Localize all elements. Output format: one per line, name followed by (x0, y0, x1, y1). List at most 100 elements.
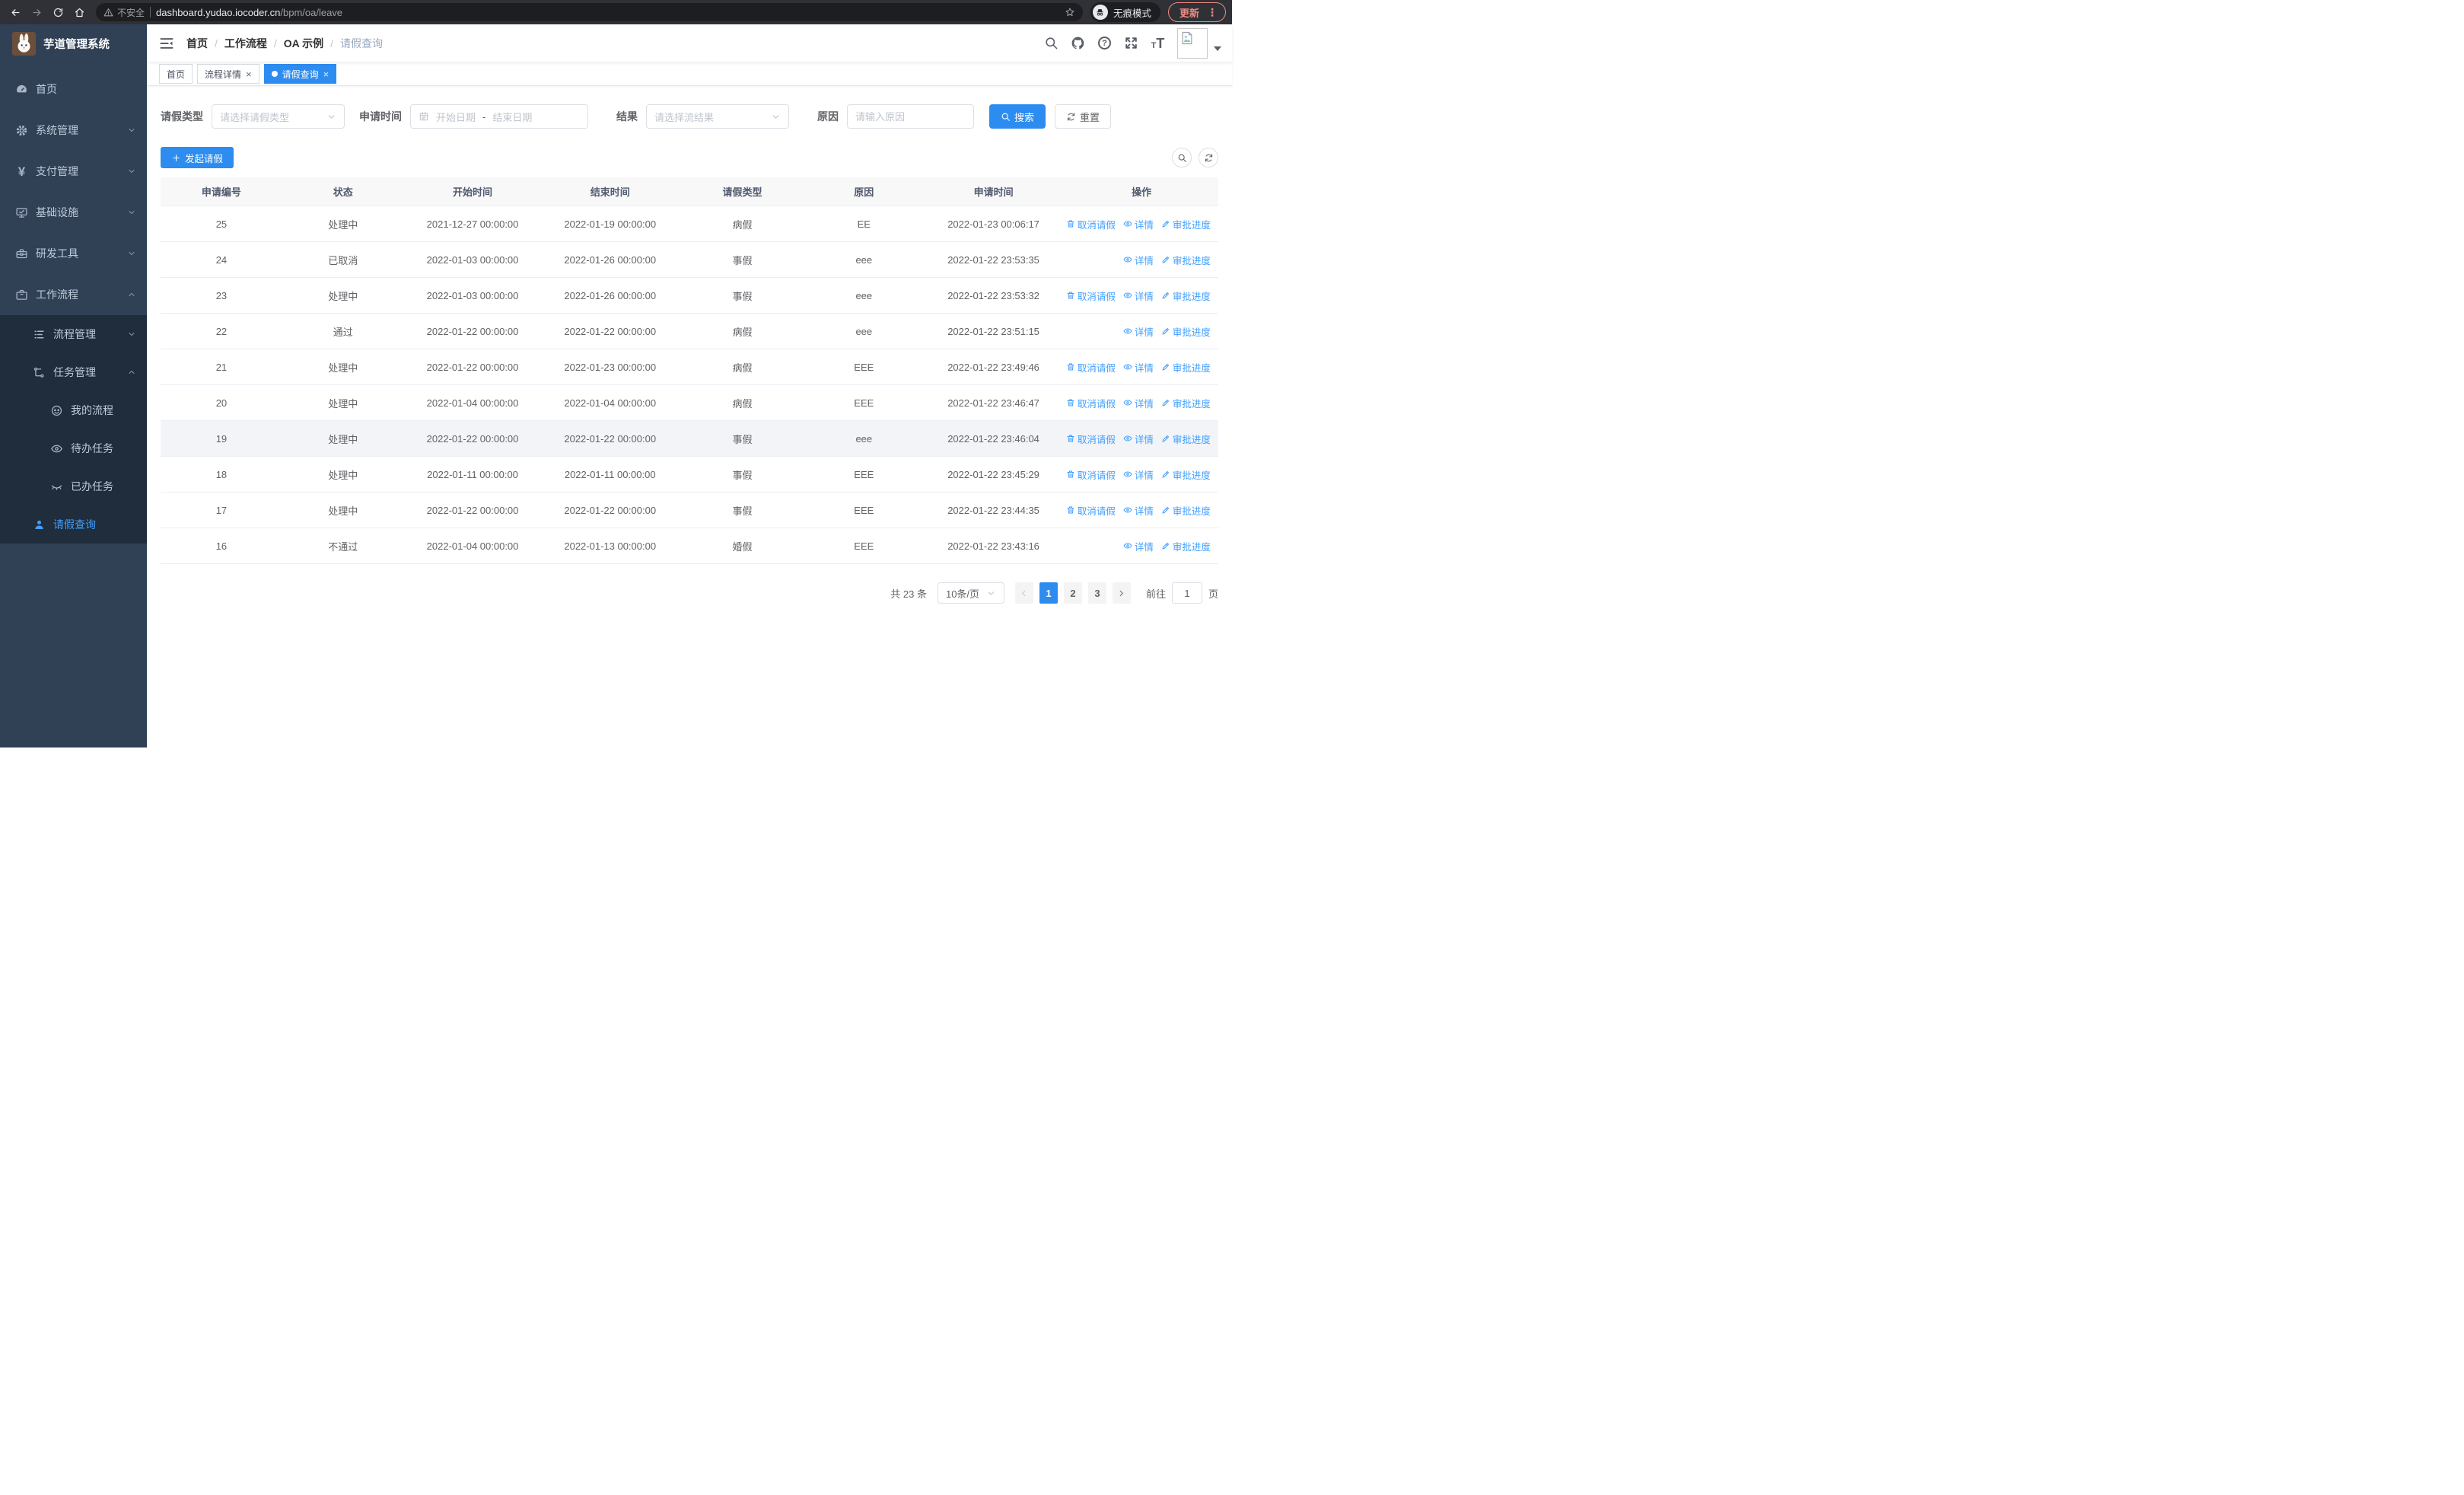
breadcrumb-item[interactable]: 工作流程 (224, 36, 267, 51)
avatar[interactable] (1177, 27, 1208, 59)
detail-link[interactable]: 详情 (1123, 396, 1154, 410)
approval-progress-link[interactable]: 审批进度 (1161, 467, 1211, 482)
next-page-button[interactable] (1112, 582, 1131, 604)
cancel-leave-link[interactable]: 取消请假 (1066, 288, 1116, 303)
detail-link[interactable]: 详情 (1123, 324, 1154, 339)
approval-progress-link[interactable]: 审批进度 (1161, 539, 1211, 553)
sidebar-item-devtools[interactable]: 研发工具 (0, 233, 147, 274)
sidebar-item-leave-query[interactable]: 请假查询 (0, 505, 147, 543)
breadcrumb-separator: / (273, 37, 277, 49)
approval-progress-link[interactable]: 审批进度 (1161, 217, 1211, 231)
more-vert-icon[interactable]: ⋮ (1207, 6, 1218, 19)
sidebar-item-label: 待办任务 (71, 442, 113, 454)
cell-type: 事假 (732, 469, 753, 481)
result-select[interactable]: 请选择流结果 (646, 104, 789, 129)
star-icon[interactable] (1065, 7, 1075, 18)
goto-page-input[interactable] (1171, 582, 1202, 604)
sidebar-item-done-tasks[interactable]: 已办任务 (0, 467, 147, 505)
reset-button[interactable]: 重置 (1055, 104, 1112, 129)
url-bar[interactable]: 不安全 dashboard.yudao.iocoder.cn/bpm/oa/le… (96, 3, 1083, 21)
security-warning[interactable]: 不安全 (103, 6, 145, 19)
sidebar-item-home[interactable]: 首页 (0, 69, 147, 110)
sidebar-item-system[interactable]: 系统管理 (0, 110, 147, 151)
column-header: 申请编号 (201, 186, 241, 198)
approval-progress-link[interactable]: 审批进度 (1161, 396, 1211, 410)
cancel-leave-link[interactable]: 取消请假 (1066, 432, 1116, 446)
cell-start: 2022-01-04 00:00:00 (426, 540, 519, 552)
detail-link[interactable]: 详情 (1123, 360, 1154, 375)
create-leave-button[interactable]: 发起请假 (161, 147, 234, 168)
cancel-leave-link[interactable]: 取消请假 (1066, 467, 1116, 482)
view-icon (1123, 507, 1132, 513)
approval-progress-link[interactable]: 审批进度 (1161, 288, 1211, 303)
sidebar-item-my-process[interactable]: 我的流程 (0, 391, 147, 429)
update-button[interactable]: 更新 ⋮ (1167, 2, 1226, 22)
page-size-select[interactable]: 10条/页 (937, 582, 1004, 604)
table-row: 23 处理中 2022-01-03 00:00:00 2022-01-26 00… (161, 278, 1218, 314)
sidebar-item-infra[interactable]: 基础设施 (0, 192, 147, 233)
breadcrumb-separator: / (215, 37, 218, 49)
toggle-search-button[interactable] (1172, 148, 1192, 167)
reason-input[interactable] (855, 110, 966, 123)
tab-home[interactable]: 首页 (159, 64, 193, 84)
sidebar-item-todo-tasks[interactable]: 待办任务 (0, 429, 147, 467)
home-icon[interactable] (70, 3, 88, 21)
approval-progress-link[interactable]: 审批进度 (1161, 253, 1211, 267)
sidebar-item-process-mgmt[interactable]: 流程管理 (0, 315, 147, 353)
app-logo-row[interactable]: 芋道管理系统 (0, 24, 147, 62)
delete-icon (1067, 506, 1074, 514)
detail-link[interactable]: 详情 (1123, 467, 1154, 482)
approval-progress-link[interactable]: 审批进度 (1161, 360, 1211, 375)
tab-label: 流程详情 (205, 69, 242, 80)
github-icon[interactable] (1071, 36, 1085, 50)
breadcrumb-item[interactable]: 首页 (186, 36, 208, 51)
page-button-3[interactable]: 3 (1087, 582, 1106, 604)
forward-icon[interactable] (27, 3, 46, 21)
table-row-hovered: 19 处理中 2022-01-22 00:00:00 2022-01-22 00… (161, 421, 1218, 457)
collapse-sidebar-icon[interactable] (159, 36, 174, 51)
refresh-table-button[interactable] (1199, 148, 1218, 167)
breadcrumb-item[interactable]: OA 示例 (284, 36, 323, 51)
user-menu[interactable] (1177, 27, 1221, 59)
cancel-leave-link[interactable]: 取消请假 (1066, 217, 1116, 231)
sidebar-item-task-mgmt[interactable]: 任务管理 (0, 353, 147, 391)
fullscreen-icon[interactable] (1124, 36, 1138, 50)
table-row: 24 已取消 2022-01-03 00:00:00 2022-01-26 00… (161, 242, 1218, 278)
url-text: dashboard.yudao.iocoder.cn/bpm/oa/leave (156, 7, 1059, 18)
approval-progress-link[interactable]: 审批进度 (1161, 503, 1211, 518)
detail-link[interactable]: 详情 (1123, 253, 1154, 267)
detail-link[interactable]: 详情 (1123, 288, 1154, 303)
close-icon[interactable]: × (323, 69, 329, 79)
cancel-leave-link[interactable]: 取消请假 (1066, 360, 1116, 375)
back-icon[interactable] (6, 3, 24, 21)
font-size-icon[interactable]: TT (1151, 36, 1165, 50)
search-icon[interactable] (1044, 36, 1059, 50)
sidebar-item-workflow[interactable]: 工作流程 (0, 274, 147, 315)
tab-process-detail[interactable]: 流程详情 × (197, 64, 259, 84)
reload-icon[interactable] (49, 3, 67, 21)
approval-progress-link[interactable]: 审批进度 (1161, 432, 1211, 446)
approval-progress-link[interactable]: 审批进度 (1161, 324, 1211, 339)
sidebar-item-payment[interactable]: ¥ 支付管理 (0, 151, 147, 192)
search-button[interactable]: 搜索 (989, 104, 1046, 129)
chevron-down-icon (129, 129, 135, 132)
leave-type-select[interactable]: 请选择请假类型 (212, 104, 345, 129)
detail-link[interactable]: 详情 (1123, 217, 1154, 231)
refresh-icon (1067, 112, 1075, 121)
apply-time-range-picker[interactable]: 开始日期 - 结束日期 (410, 104, 588, 129)
cell-applied: 2022-01-22 23:46:04 (947, 432, 1039, 445)
monitor-icon (15, 206, 28, 219)
close-icon[interactable]: × (246, 69, 252, 79)
page-button-2[interactable]: 2 (1063, 582, 1082, 604)
cell-applied: 2022-01-22 23:44:35 (947, 504, 1039, 516)
page-button-1[interactable]: 1 (1039, 582, 1058, 604)
edit-icon (1162, 471, 1169, 478)
detail-link[interactable]: 详情 (1123, 503, 1154, 518)
cancel-leave-link[interactable]: 取消请假 (1066, 503, 1116, 518)
detail-link[interactable]: 详情 (1123, 432, 1154, 446)
tab-leave-query[interactable]: 请假查询 × (263, 64, 337, 84)
briefcase-icon (15, 288, 28, 301)
detail-link[interactable]: 详情 (1123, 539, 1154, 553)
help-icon[interactable]: ? (1097, 36, 1112, 50)
cancel-leave-link[interactable]: 取消请假 (1066, 396, 1116, 410)
